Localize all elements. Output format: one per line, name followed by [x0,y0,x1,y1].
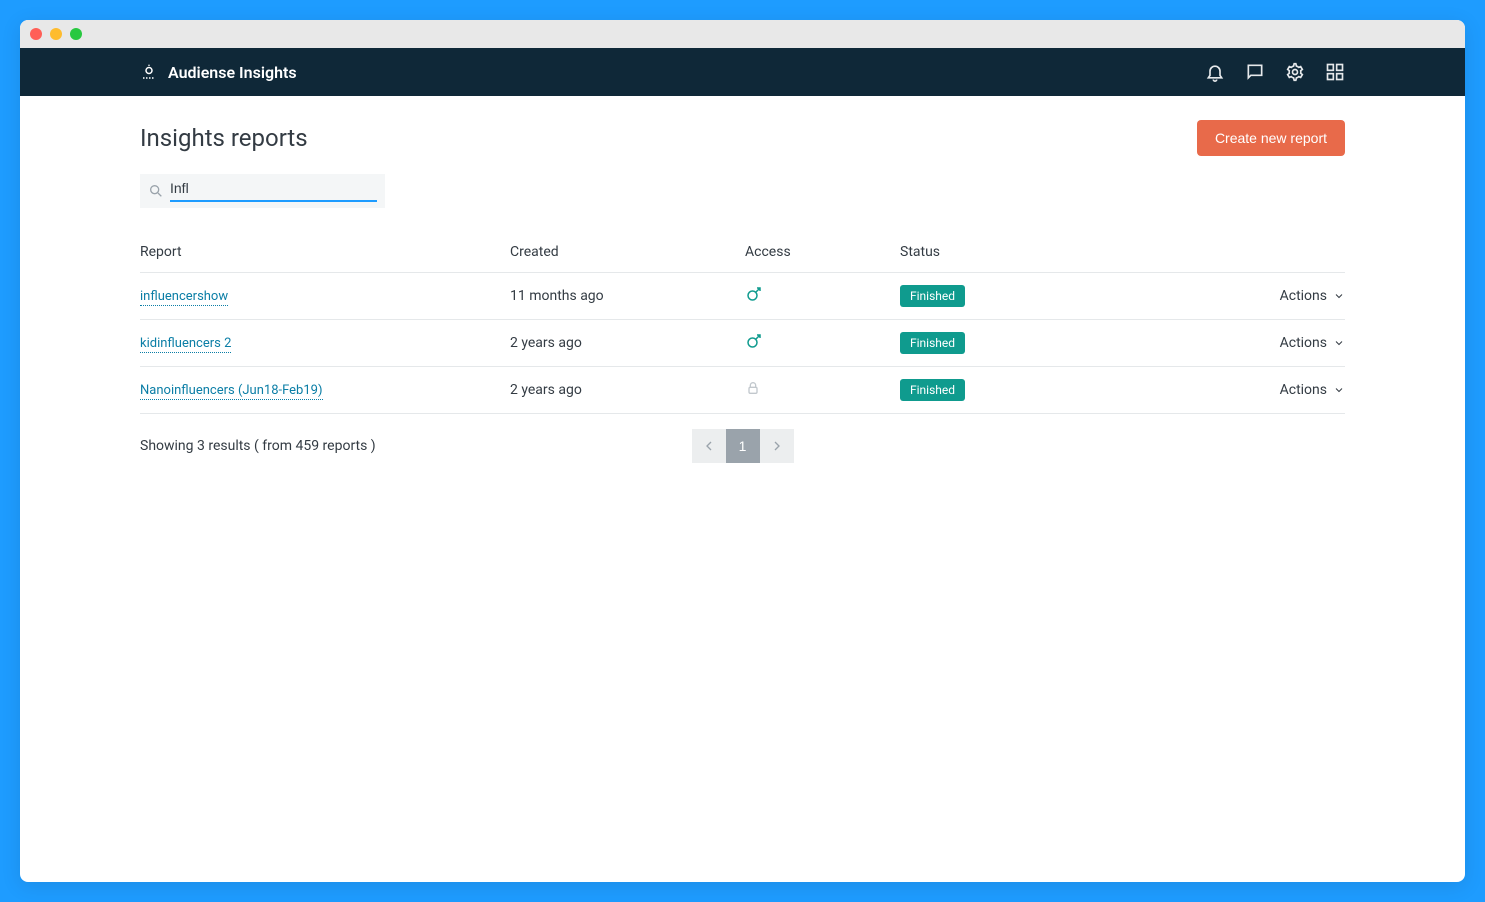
settings-icon[interactable] [1285,62,1305,82]
brand-logo-icon [140,63,158,81]
page-prev-button[interactable] [692,429,726,463]
window-close-button[interactable] [30,28,42,40]
access-public-icon [745,332,900,354]
chevron-down-icon [1333,337,1345,349]
report-link[interactable]: kidinfluencers 2 [140,336,231,353]
brand-name: Audiense Insights [168,63,297,82]
search-box[interactable] [140,174,385,208]
report-link[interactable]: Nanoinfluencers (Jun18-Feb19) [140,383,323,400]
created-cell: 2 years ago [510,382,745,398]
reports-table: Report Created Access Status influencers… [140,232,1345,414]
access-locked-icon [745,380,900,400]
table-row: influencershow 11 months ago Finished Ac… [140,273,1345,320]
page-header: Insights reports Create new report [140,120,1345,156]
top-navbar: Audiense Insights [20,48,1465,96]
actions-label: Actions [1280,288,1327,304]
arrow-left-icon [701,438,717,454]
chevron-down-icon [1333,384,1345,396]
apps-icon[interactable] [1325,62,1345,82]
report-link[interactable]: influencershow [140,289,228,306]
chevron-down-icon [1333,290,1345,302]
window-titlebar [20,20,1465,48]
table-row: kidinfluencers 2 2 years ago Finished Ac… [140,320,1345,367]
messages-icon[interactable] [1245,62,1265,82]
pagination: 1 [692,429,794,463]
table-header: Report Created Access Status [140,232,1345,273]
search-input[interactable] [170,180,377,202]
created-cell: 2 years ago [510,335,745,351]
status-badge: Finished [900,332,965,354]
results-count: Showing 3 results ( from 459 reports ) [140,438,376,454]
actions-menu[interactable]: Actions [1225,288,1345,304]
create-report-button[interactable]: Create new report [1197,120,1345,156]
page-title: Insights reports [140,124,308,152]
table-footer: Showing 3 results ( from 459 reports ) 1 [140,438,1345,454]
actions-menu[interactable]: Actions [1225,335,1345,351]
nav-icon-group [1205,62,1345,82]
access-public-icon [745,285,900,307]
app-window: Audiense Insights Insights reports Creat… [20,20,1465,882]
content-area: Insights reports Create new report Repor… [20,96,1465,882]
notifications-icon[interactable] [1205,62,1225,82]
actions-menu[interactable]: Actions [1225,382,1345,398]
created-cell: 11 months ago [510,288,745,304]
window-minimize-button[interactable] [50,28,62,40]
col-created: Created [510,244,745,260]
table-row: Nanoinfluencers (Jun18-Feb19) 2 years ag… [140,367,1345,414]
window-maximize-button[interactable] [70,28,82,40]
actions-label: Actions [1280,382,1327,398]
status-badge: Finished [900,379,965,401]
page-next-button[interactable] [760,429,794,463]
search-icon [148,183,164,199]
col-status: Status [900,244,1225,260]
arrow-right-icon [769,438,785,454]
col-report: Report [140,244,510,260]
actions-label: Actions [1280,335,1327,351]
brand[interactable]: Audiense Insights [140,63,297,82]
status-badge: Finished [900,285,965,307]
page-number-button[interactable]: 1 [726,429,760,463]
col-access: Access [745,244,900,260]
